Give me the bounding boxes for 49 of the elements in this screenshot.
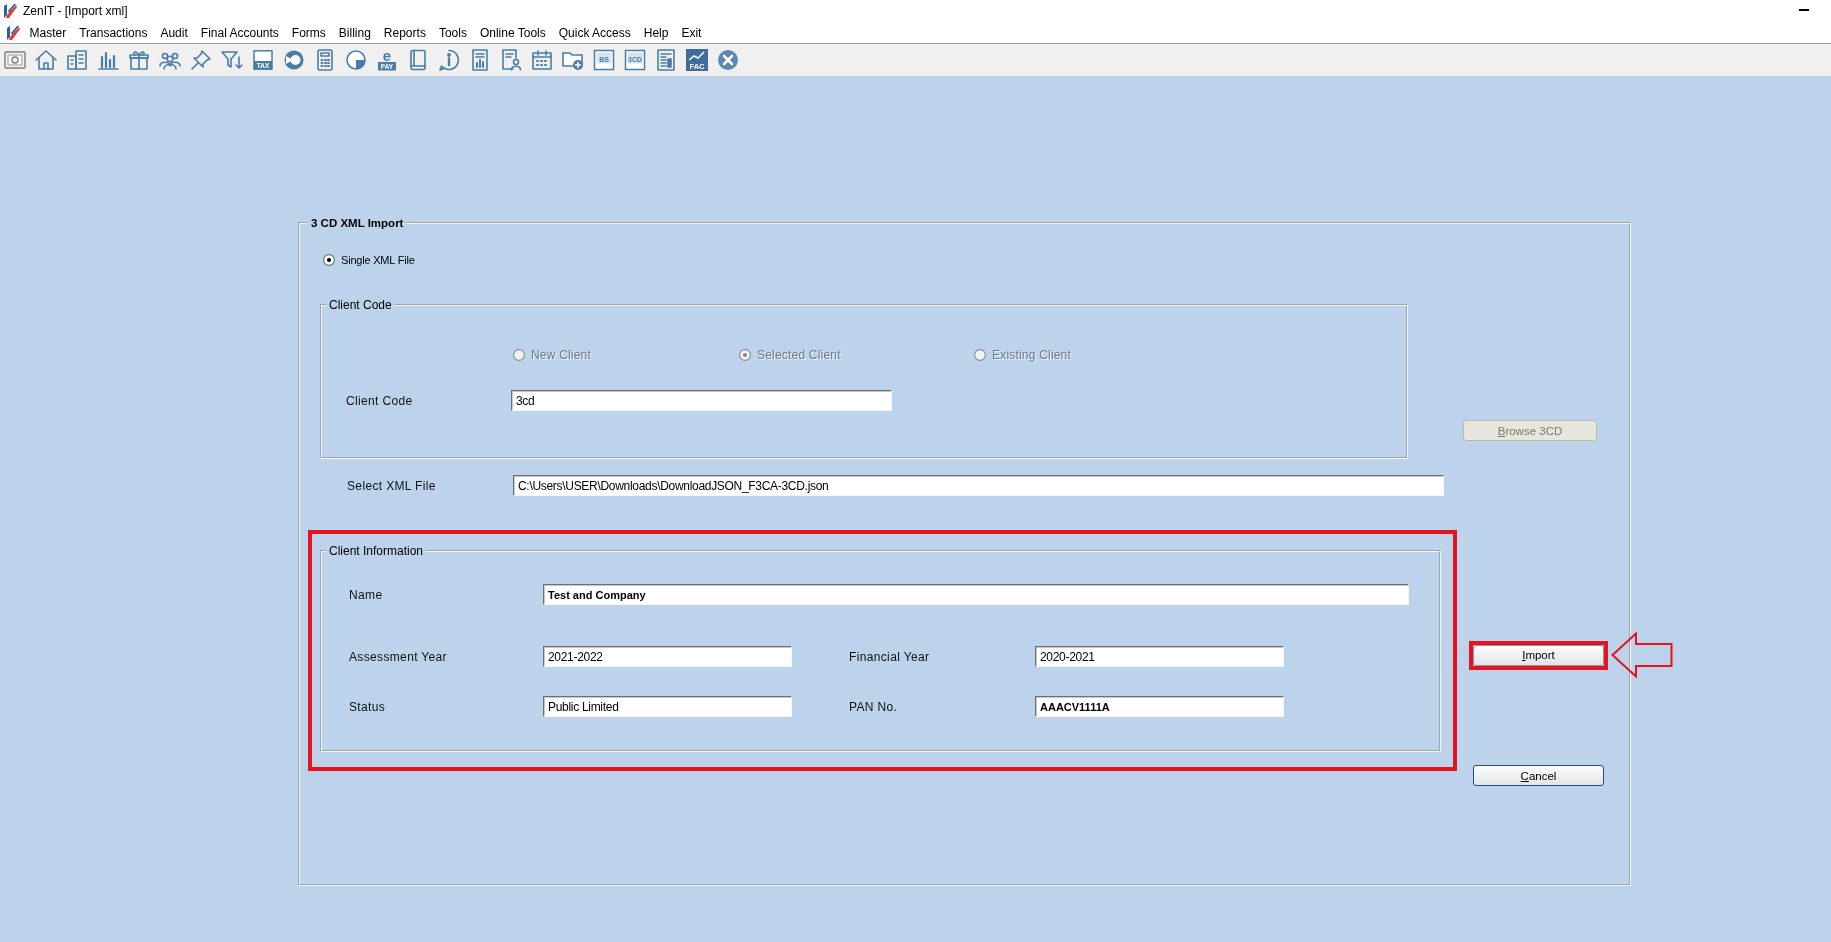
filter-icon[interactable] <box>220 48 244 72</box>
menu-item[interactable]: Reports <box>377 25 433 40</box>
menu-item[interactable]: Help <box>637 25 675 40</box>
field-label: Financial Year <box>849 649 931 664</box>
calendar-icon[interactable] <box>530 48 554 72</box>
group-title: Client Code <box>328 298 393 312</box>
window-title: ZenIT - [Import xml] <box>23 4 128 18</box>
menu-item[interactable]: Quick Access <box>552 25 638 40</box>
field-label: PAN No. <box>849 699 899 714</box>
pin-icon[interactable] <box>189 48 213 72</box>
field-label: Client Code <box>346 393 414 408</box>
radio-option[interactable]: Single XML File <box>323 252 415 268</box>
arrow-icon <box>1611 632 1673 678</box>
sheet-icon[interactable] <box>654 48 678 72</box>
input-field[interactable]: Public Limited <box>543 696 792 717</box>
user-document-icon[interactable] <box>499 48 523 72</box>
info-icon[interactable] <box>437 48 461 72</box>
field-label: Assessment Year <box>349 649 448 664</box>
building-icon[interactable] <box>65 48 89 72</box>
dialog-button[interactable]: Import <box>1473 644 1604 666</box>
menu-item[interactable]: Billing <box>332 25 378 40</box>
menu-item[interactable]: Master <box>23 25 73 40</box>
menu-item[interactable]: Audit <box>153 25 195 40</box>
menu-item[interactable]: Forms <box>285 25 333 40</box>
menu-item[interactable]: Exit <box>674 25 708 40</box>
dialog-button[interactable]: Cancel <box>1473 765 1604 786</box>
logo-icon <box>7 25 20 40</box>
banknote-icon[interactable] <box>3 48 27 72</box>
field-label: Select XML File <box>347 478 437 493</box>
input-field[interactable]: 2021-2022 <box>543 646 792 667</box>
logo-icon <box>4 4 17 18</box>
home-icon[interactable] <box>34 48 58 72</box>
input-field[interactable]: C:\Users\USER\Downloads\DownloadJSON_F3CA-3CD.json <box>513 475 1444 496</box>
gift-icon[interactable] <box>127 48 151 72</box>
input-field[interactable]: Test and Company <box>543 584 1409 605</box>
input-field[interactable]: AAACV1111A <box>1035 696 1284 717</box>
field-label: Status <box>349 699 387 714</box>
menu-item[interactable]: Transactions <box>72 25 154 40</box>
input-field[interactable]: 3cd <box>511 390 892 411</box>
close-icon[interactable] <box>716 48 740 72</box>
group-title: 3 CD XML Import <box>310 216 405 230</box>
menu-item[interactable]: Final Accounts <box>194 25 286 40</box>
field-label: Name <box>349 587 384 602</box>
group-title: Client Information <box>328 544 425 558</box>
menu-item[interactable]: Online Tools <box>473 25 553 40</box>
disc-icon[interactable] <box>282 48 306 72</box>
pie-chart-icon[interactable] <box>344 48 368 72</box>
menu-item[interactable]: Tools <box>432 25 474 40</box>
input-field[interactable]: 2020-2021 <box>1035 646 1284 667</box>
